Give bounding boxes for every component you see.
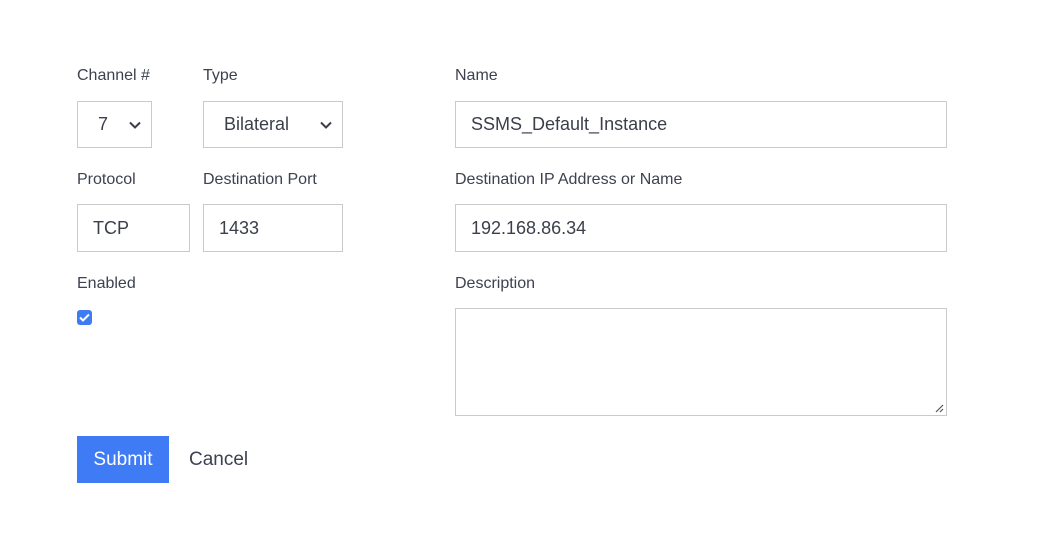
enabled-label: Enabled xyxy=(77,275,136,292)
protocol-label: Protocol xyxy=(77,171,136,188)
channel-label: Channel # xyxy=(77,67,150,84)
name-input[interactable]: SSMS_Default_Instance xyxy=(455,101,947,148)
enabled-checkbox[interactable] xyxy=(77,310,92,325)
type-select[interactable]: Bilateral xyxy=(203,101,343,148)
channel-form: Channel # Type Name 7 Bilateral SSMS_Def… xyxy=(0,0,1056,545)
channel-select[interactable]: 7 xyxy=(77,101,152,148)
submit-button[interactable]: Submit xyxy=(77,436,169,483)
protocol-input-value: TCP xyxy=(93,217,129,238)
name-label: Name xyxy=(455,67,498,84)
chevron-down-icon xyxy=(320,121,332,129)
resize-grip-icon[interactable] xyxy=(934,403,944,413)
destination-port-input[interactable]: 1433 xyxy=(203,204,343,252)
description-label: Description xyxy=(455,275,536,292)
chevron-down-icon xyxy=(129,121,141,129)
description-textarea[interactable] xyxy=(455,308,947,416)
checkmark-icon xyxy=(79,313,90,322)
destination-ip-input[interactable]: 192.168.86.34 xyxy=(455,204,947,252)
type-select-value: Bilateral xyxy=(224,114,290,134)
cancel-button[interactable]: Cancel xyxy=(189,436,248,483)
destination-ip-label: Destination IP Address or Name xyxy=(455,171,683,188)
destination-port-label: Destination Port xyxy=(203,171,317,188)
type-label: Type xyxy=(203,67,238,84)
destination-ip-input-value: 192.168.86.34 xyxy=(471,217,587,238)
name-input-value: SSMS_Default_Instance xyxy=(471,114,668,134)
channel-select-value: 7 xyxy=(98,114,109,134)
destination-port-input-value: 1433 xyxy=(219,217,260,238)
protocol-input[interactable]: TCP xyxy=(77,204,190,252)
